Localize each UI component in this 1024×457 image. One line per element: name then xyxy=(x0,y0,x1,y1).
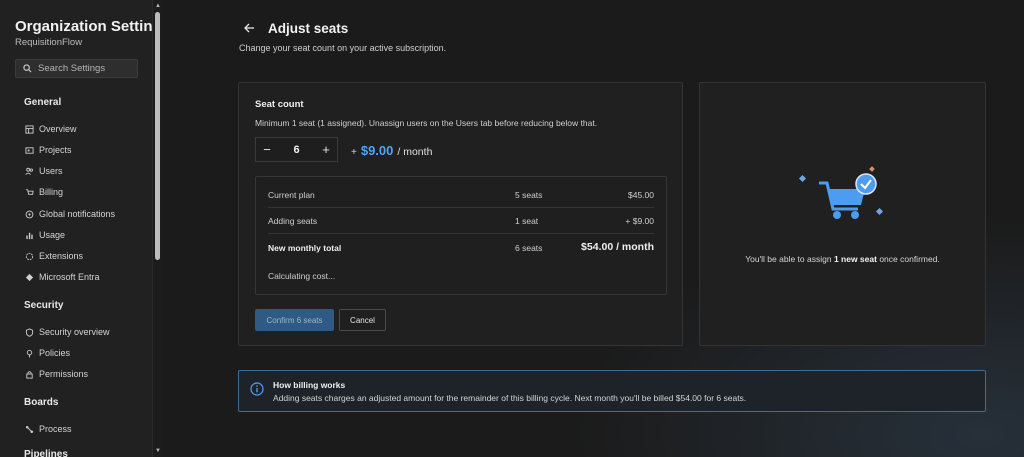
projects-icon xyxy=(25,146,34,154)
page-title: Adjust seats xyxy=(268,21,349,36)
price-delta: + $9.00 / month xyxy=(351,143,432,158)
table-row: Current plan 5 seats $45.00 xyxy=(268,185,654,205)
usage-icon xyxy=(26,232,33,239)
table-row: Adding seats 1 seat + $9.00 xyxy=(268,211,654,231)
price-prefix: + xyxy=(351,147,357,158)
search-placeholder: Search Settings xyxy=(38,63,106,74)
divider xyxy=(268,233,654,234)
sidebar-item-label: Extensions xyxy=(39,251,84,261)
lock-icon xyxy=(26,370,33,379)
row-label: Adding seats xyxy=(268,216,318,226)
sidebar-item-label: Process xyxy=(39,424,72,434)
cost-summary: Current plan 5 seats $45.00 Adding seats… xyxy=(255,176,667,295)
search-input[interactable]: Search Settings xyxy=(15,59,138,78)
scrollbar-thumb[interactable] xyxy=(155,12,160,260)
seat-stepper[interactable]: − 6 + xyxy=(255,137,338,162)
sidebar: Organization Settin... RequisitionFlow S… xyxy=(0,0,152,457)
increment-button[interactable]: + xyxy=(315,142,337,157)
group-boards: Boards xyxy=(24,397,59,408)
sidebar-item-extensions[interactable]: Extensions xyxy=(25,250,83,262)
page-subtitle: Change your seat count on your active su… xyxy=(239,43,447,53)
total-row: New monthly total 6 seats $54.00 / month xyxy=(268,238,654,258)
sidebar-item-overview[interactable]: Overview xyxy=(25,123,77,135)
shopping-cart-check-icon xyxy=(798,166,884,219)
users-icon xyxy=(25,167,33,175)
info-body: Adding seats charges an adjusted amount … xyxy=(273,393,747,403)
billing-icon xyxy=(25,188,34,195)
overview-icon xyxy=(25,124,34,134)
sidebar-item-label: Overview xyxy=(39,124,77,134)
arrow-left-icon[interactable] xyxy=(243,22,255,37)
calculating-status: Calculating cost... xyxy=(268,271,336,281)
group-pipelines: Pipelines xyxy=(24,449,68,457)
notifications-icon xyxy=(25,210,34,218)
status-row: Calculating cost... xyxy=(268,266,654,286)
sidebar-item-label: Billing xyxy=(39,187,64,197)
sidebar-item-label: Microsoft Entra xyxy=(39,272,100,282)
group-security: Security xyxy=(24,300,64,311)
entra-icon xyxy=(25,273,34,281)
extensions-icon xyxy=(25,252,34,260)
info-title: How billing works xyxy=(273,380,346,390)
decrement-button[interactable]: − xyxy=(256,142,278,157)
row-seats: 1 seat xyxy=(515,216,539,226)
sidebar-item-microsoft-entra[interactable]: Microsoft Entra xyxy=(25,271,100,283)
price-period: / month xyxy=(397,146,433,158)
sidebar-item-security-overview[interactable]: Security overview xyxy=(25,326,110,338)
seat-count-title: Seat count xyxy=(255,99,304,110)
row-amount: + $9.00 xyxy=(625,216,654,226)
row-seats: 5 seats xyxy=(515,190,543,200)
sidebar-item-usage[interactable]: Usage xyxy=(25,229,65,241)
sidebar-item-label: Global notifications xyxy=(39,209,116,219)
process-icon xyxy=(25,425,34,433)
sidebar-item-policies[interactable]: Policies xyxy=(25,347,70,359)
sidebar-item-label: Security overview xyxy=(39,327,110,337)
total-seats: 6 seats xyxy=(515,243,543,253)
search-icon xyxy=(23,64,32,73)
info-icon xyxy=(250,382,264,396)
cancel-button[interactable]: Cancel xyxy=(339,309,386,331)
sidebar-item-process[interactable]: Process xyxy=(25,423,72,435)
total-label: New monthly total xyxy=(268,243,342,253)
sidebar-item-label: Projects xyxy=(39,145,72,155)
sidebar-item-projects[interactable]: Projects xyxy=(25,144,72,156)
assign-message: You'll be able to assign 1 new seat once… xyxy=(700,254,985,264)
row-label: Current plan xyxy=(268,190,315,200)
row-amount: $45.00 xyxy=(628,190,654,200)
assign-text-after: once confirmed. xyxy=(876,254,940,264)
scroll-up-icon[interactable]: ▲ xyxy=(154,2,162,10)
scroll-down-icon[interactable]: ▼ xyxy=(154,447,162,455)
sidebar-item-permissions[interactable]: Permissions xyxy=(25,368,88,380)
assign-text-bold: 1 new seat xyxy=(833,254,877,264)
policies-icon xyxy=(26,349,33,358)
seat-count-value[interactable]: 6 xyxy=(278,144,315,156)
total-amount: $54.00 / month xyxy=(581,241,654,253)
org-settings-title: Organization Settin... xyxy=(15,18,152,35)
seat-count-description: Minimum 1 seat (1 assigned). Unassign us… xyxy=(255,118,598,128)
billing-info-banner: How billing works Adding seats charges a… xyxy=(238,370,986,412)
shield-icon xyxy=(25,327,34,337)
sidebar-scrollbar[interactable]: ▲ ▼ xyxy=(152,0,162,457)
assign-text-before: You'll be able to assign xyxy=(745,254,834,264)
price-amount: $9.00 xyxy=(360,143,394,158)
group-general: General xyxy=(24,97,62,108)
org-name: RequisitionFlow xyxy=(15,37,83,48)
sidebar-item-users[interactable]: Users xyxy=(25,165,63,177)
confirm-button[interactable]: Confirm 6 seats xyxy=(255,309,334,331)
sidebar-item-label: Permissions xyxy=(39,369,89,379)
sidebar-item-billing[interactable]: Billing xyxy=(25,186,63,198)
sidebar-item-label: Policies xyxy=(39,348,71,358)
sidebar-item-label: Usage xyxy=(39,230,66,240)
sidebar-item-label: Users xyxy=(39,166,63,176)
divider xyxy=(268,207,654,208)
sidebar-item-global-notifications[interactable]: Global notifications xyxy=(25,208,115,220)
